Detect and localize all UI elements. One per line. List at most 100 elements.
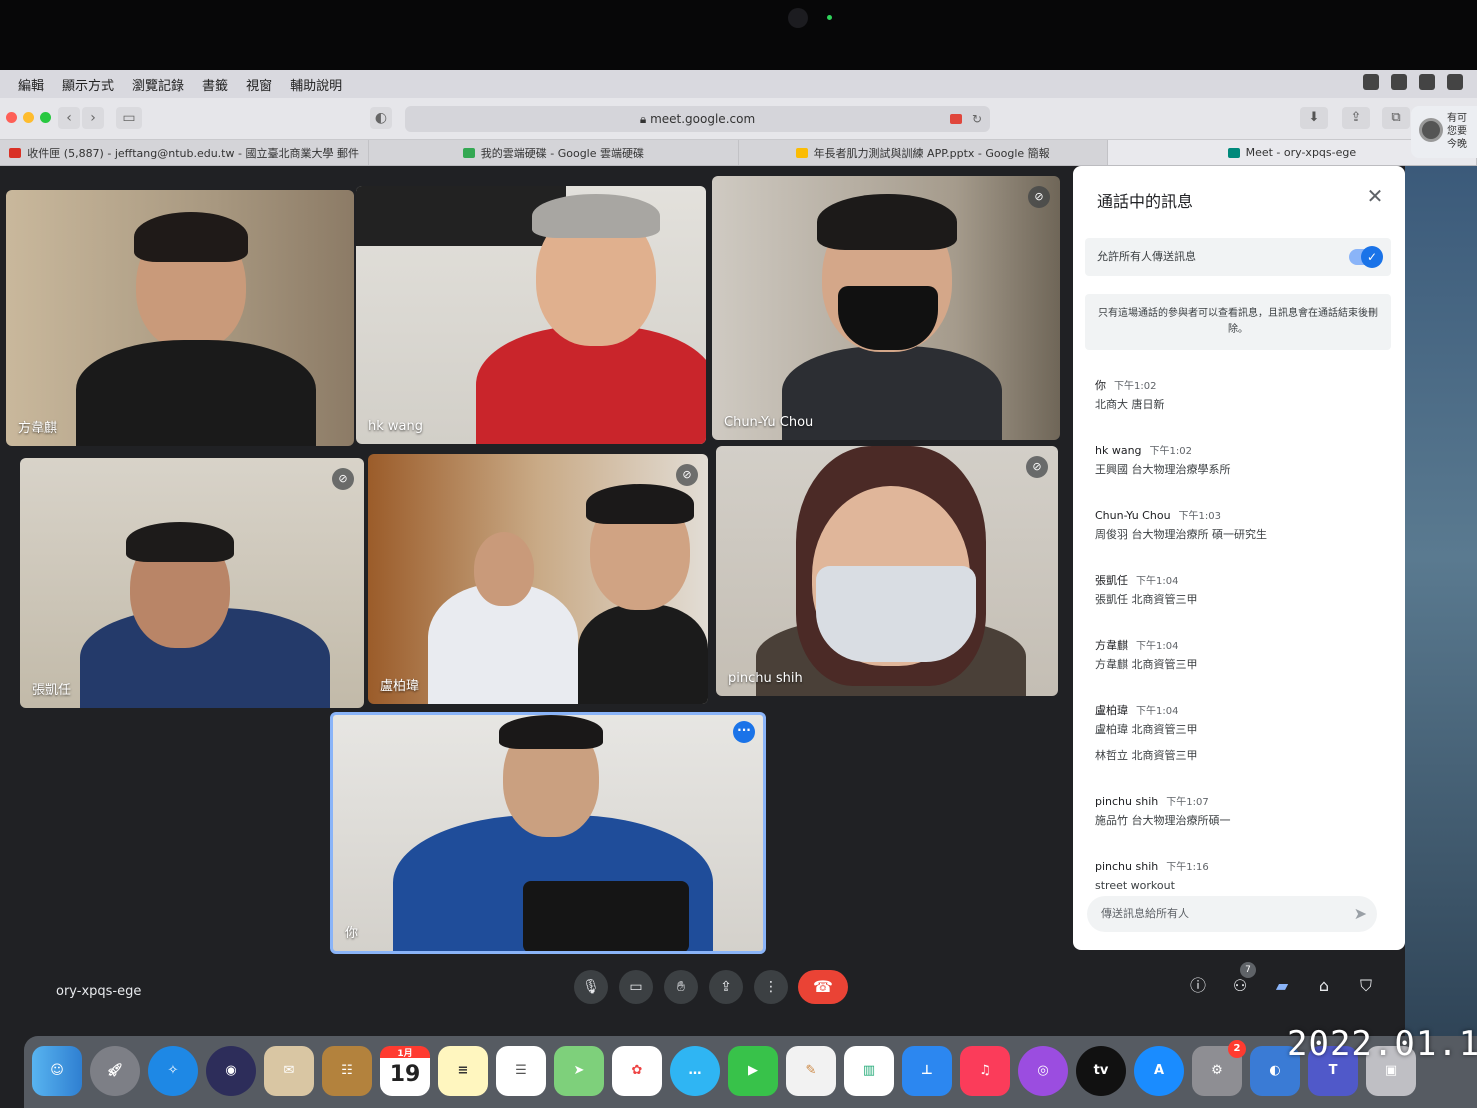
sidebar-toggle-icon[interactable]: ▭ [116,107,142,129]
close-icon[interactable]: ✕ [1361,182,1389,210]
notes-icon[interactable]: ≡ [438,1046,488,1096]
zoom-window-button[interactable] [40,112,51,123]
back-icon[interactable]: ‹ [58,107,80,129]
menu-window[interactable]: 視窗 [246,75,272,94]
notification-line: 您要 [1447,126,1467,137]
message-sender: 盧柏瑋 [1095,704,1128,717]
message-text: 方韋麒 北商資管三甲 [1095,658,1198,671]
message: pinchu shih 下午1:16 street workout [1095,855,1385,894]
participant-name: 你 [345,926,359,941]
system-preferences-icon[interactable]: ⚙ 2 [1192,1040,1246,1096]
apple-tv-icon[interactable]: tv [1076,1046,1126,1096]
message-sender: hk wang [1095,444,1142,457]
more-options-icon[interactable]: ··· [733,721,755,743]
message-sender: pinchu shih [1095,860,1159,873]
recording-camera-icon[interactable] [950,114,962,124]
preview-icon[interactable]: ✉ [264,1046,314,1096]
reload-icon[interactable]: ↻ [972,106,982,132]
finder-icon[interactable]: ☺︎ [32,1046,82,1096]
send-icon[interactable]: ➤ [1354,896,1367,932]
menu-edit[interactable]: 編輯 [18,75,44,94]
tab-gmail[interactable]: 收件匣 (5,887) - jefftang@ntub.edu.tw - 國立臺… [0,140,370,165]
tab-slides[interactable]: 年長者肌力測試與訓練 APP.pptx - Google 簡報 [739,140,1108,165]
privacy-shield-icon[interactable]: ◐ [370,107,392,129]
maps-icon[interactable]: ➤ [554,1046,604,1096]
chat-message-input[interactable]: 傳送訊息給所有人 ➤ [1087,896,1377,932]
notification-banner[interactable]: 有可 您要 今晚 [1411,106,1477,158]
music-icon[interactable]: ♫ [960,1046,1010,1096]
app-store-icon[interactable]: A [1134,1046,1184,1096]
pages-icon[interactable]: ✎ [786,1046,836,1096]
mic-off-icon: ⊘ [1026,456,1048,478]
activities-icon[interactable]: ⌂ [1310,972,1338,1000]
drive-icon [462,147,475,158]
more-options-icon[interactable]: ⋮ [754,970,788,1004]
podcasts-icon[interactable]: ◎ [1018,1046,1068,1096]
phone-held [523,881,689,951]
video-tile[interactable]: ⊘ 張凱任 [20,458,364,708]
keynote-icon[interactable]: ⊥ [902,1046,952,1096]
calendar-icon[interactable]: 1月 19 [380,1046,430,1096]
message-sender: Chun-Yu Chou [1095,509,1171,522]
host-controls-icon[interactable]: ⛉ [1352,972,1380,1000]
chat-icon[interactable]: ▰ [1268,972,1296,1000]
meeting-details-icon[interactable]: ⓘ [1184,972,1212,1000]
video-tile[interactable]: ⊘ Chun-Yu Chou [712,176,1060,440]
messages-icon[interactable]: … [670,1046,720,1096]
creative-cloud-icon[interactable] [1419,74,1435,90]
message-list: 你下午1:02 北商大 唐日新 hk wang 下午1:02 王興國 台大物理治療… [1095,374,1385,920]
facetime-icon[interactable]: ▶ [728,1046,778,1096]
people-icon[interactable]: ⚇ 7 [1226,962,1256,1000]
microphone-icon[interactable]: 🎙︎ [574,970,608,1004]
message-sender: 方韋麒 [1095,639,1128,652]
laptop-bezel: 編輯 顯示方式 瀏覽記錄 書籤 視窗 輔助說明 ‹ › ▭ ◐ 🔒︎ meet.… [0,0,1477,1108]
system-preferences-icon [1419,118,1443,142]
downloads-icon[interactable]: ⬇ [1300,107,1328,129]
browser-toolbar: ‹ › ▭ ◐ 🔒︎ meet.google.com ↻ ⬇ ⇪ ⧉ [0,98,1477,140]
menu-view[interactable]: 顯示方式 [62,75,114,94]
mac-menu-bar: 編輯 顯示方式 瀏覽記錄 書籤 視窗 輔助說明 [0,70,1477,98]
launchpad-icon[interactable]: 🚀︎ [90,1046,140,1096]
notification-line: 有可 [1447,113,1467,124]
allow-messages-row: 允許所有人傳送訊息 ✓ [1085,238,1391,276]
minimize-window-button[interactable] [23,112,34,123]
share-icon[interactable]: ⇪ [1342,107,1370,129]
video-status-icon[interactable] [1391,74,1407,90]
video-tile[interactable]: ⊘ 盧柏瑋 [368,454,708,704]
tab-label: 我的雲端硬碟 - Google 雲端硬碟 [480,146,644,160]
calendar-day: 19 [389,1062,421,1087]
camera-icon[interactable]: ▭ [619,970,653,1004]
photos-icon[interactable]: ✿ [612,1046,662,1096]
message: Chun-Yu Chou 下午1:03 周俊羽 台大物理治療所 碩一研究生 [1095,504,1385,543]
menu-help[interactable]: 輔助說明 [290,75,342,94]
chat-notice: 只有這場通話的參與者可以查看訊息，且訊息會在通話結束後刪除。 [1085,294,1391,350]
reminders-icon[interactable]: ☰ [496,1046,546,1096]
status-app-icon[interactable] [1363,74,1379,90]
numbers-icon[interactable]: ▥ [844,1046,894,1096]
menu-history[interactable]: 瀏覽記錄 [132,75,184,94]
raise-hand-icon[interactable]: ✋︎ [664,970,698,1004]
siri-icon[interactable]: ◉ [206,1046,256,1096]
input-method-icon[interactable] [1447,74,1463,90]
participant-name: pinchu shih [728,671,803,686]
meet-icon [1227,147,1240,158]
address-bar[interactable]: 🔒︎ meet.google.com ↻ [405,106,990,132]
video-tile[interactable]: 方韋麒 [6,190,354,446]
video-tile[interactable]: hk wang [356,186,706,444]
update-badge: 2 [1228,1040,1246,1058]
tab-drive[interactable]: 我的雲端硬碟 - Google 雲端硬碟 [369,140,739,165]
video-tile[interactable]: ⊘ pinchu shih [716,446,1058,696]
message-text: 周俊羽 台大物理治療所 碩一研究生 [1095,528,1267,541]
self-video-tile[interactable]: ··· 你 [330,712,766,954]
allow-messages-toggle[interactable]: ✓ [1349,246,1383,268]
calendar-month: 1月 [380,1046,430,1059]
slides-icon [795,147,808,158]
close-window-button[interactable] [6,112,17,123]
contacts-icon[interactable]: ☷ [322,1046,372,1096]
present-screen-icon[interactable]: ⇪ [709,970,743,1004]
end-call-button[interactable]: ☎︎ [798,970,848,1004]
safari-icon[interactable]: ✧ [148,1046,198,1096]
tabs-overview-icon[interactable]: ⧉ [1382,107,1410,129]
forward-icon[interactable]: › [82,107,104,129]
menu-bookmarks[interactable]: 書籤 [202,75,228,94]
